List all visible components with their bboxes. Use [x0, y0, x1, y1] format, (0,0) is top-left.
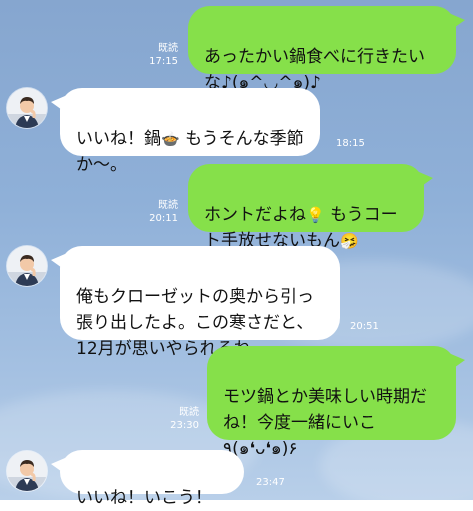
- light-bulb-emoji-icon: 💡: [306, 206, 325, 224]
- contact-avatar[interactable]: [7, 246, 47, 286]
- message-text: いいね！いこう！: [76, 488, 212, 508]
- contact-avatar[interactable]: [7, 88, 47, 128]
- message-time: 18:15: [336, 138, 365, 149]
- avatar-photo-icon: [7, 88, 47, 128]
- incoming-message[interactable]: いいね！いこう！: [51, 450, 244, 508]
- contact-avatar[interactable]: [7, 451, 47, 491]
- message-text: ホントだよね: [204, 205, 306, 225]
- incoming-message[interactable]: 俺もクローゼットの奥から引っ張り出したよ。この寒さだと、12月が思いやられるね。: [51, 246, 340, 359]
- sneezing-face-emoji-icon: 🤧: [340, 232, 359, 250]
- message-time: 20:51: [350, 321, 379, 332]
- message-meta: 既読 17:15: [149, 42, 178, 68]
- message-time: 17:15: [149, 56, 178, 67]
- hot-pot-emoji-icon: 🍲: [161, 130, 180, 148]
- message-time: 23:47: [256, 477, 285, 488]
- incoming-message[interactable]: いいね！鍋🍲 もうそんな季節か〜。: [51, 88, 320, 175]
- read-receipt: 既読: [158, 200, 178, 211]
- avatar-photo-icon: [7, 246, 47, 286]
- avatar-photo-icon: [7, 451, 47, 491]
- message-time: 23:30: [170, 420, 199, 431]
- message-text: いいね！鍋: [76, 129, 161, 149]
- read-receipt: 既読: [158, 43, 178, 54]
- message-meta: 既読 20:11: [149, 199, 178, 225]
- read-receipt: 既読: [179, 407, 199, 418]
- outgoing-message[interactable]: あったかい鍋食べに行きたいな♪(๑^◡^๑)♪: [188, 6, 465, 93]
- outgoing-message[interactable]: モツ鍋とか美味しい時期だね！今度一緒にいこ٩(๑❛ᴗ❛๑)۶: [207, 346, 465, 459]
- message-time: 20:11: [149, 213, 178, 224]
- message-meta: 既読 23:30: [170, 406, 199, 432]
- outgoing-message[interactable]: ホントだよね💡 もうコート手放せないもん🤧: [188, 164, 433, 251]
